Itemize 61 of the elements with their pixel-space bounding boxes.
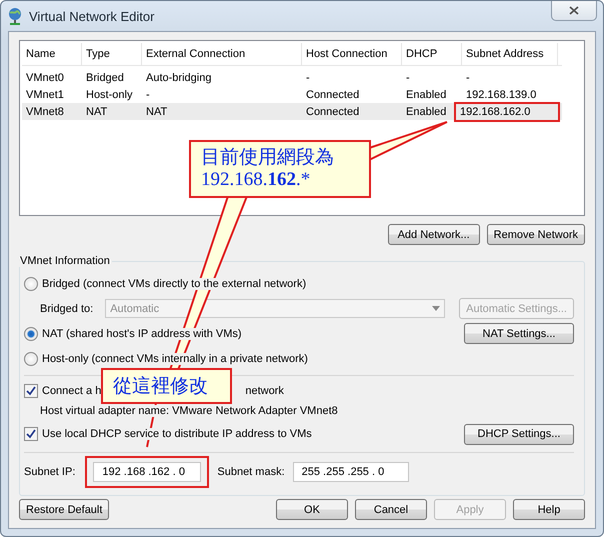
table-cell-text: - (305, 72, 311, 84)
radio-button[interactable] (24, 352, 38, 366)
radio-button[interactable] (24, 326, 38, 340)
column-header[interactable]: Type (82, 43, 142, 65)
group-title: VMnet Information (19, 255, 111, 267)
table-cell-text: Auto-bridging (145, 72, 212, 84)
checkbox[interactable] (24, 384, 38, 398)
dropdown-arrow-icon (432, 306, 440, 311)
table-cell-text: Enabled (405, 88, 448, 100)
table-cell-text: NAT (85, 106, 108, 118)
network-row[interactable]: VMnet8 NAT NAT Connected Enabled 192.168.162.0 (22, 103, 562, 120)
checkbox-label: network (245, 385, 284, 397)
network-button[interactable]: Add Network... (388, 224, 480, 245)
table-cell-text: VMnet0 (25, 72, 65, 84)
radio-label: NAT (shared host's IP address with VMs) (42, 328, 242, 340)
column-header[interactable]: External Connection (142, 43, 302, 65)
table-cell-text: Enabled (405, 106, 448, 118)
globe-icon (7, 7, 23, 25)
radio-label: Bridged (connect VMs directly to the external network) (42, 278, 306, 290)
subnet-mask-field[interactable]: 255 .255 .255 . 0 (292, 462, 409, 482)
network-row[interactable]: VMnet1 Host-only - Connected Enabled 192.168.139.0 (22, 86, 562, 103)
dialog-button[interactable]: Cancel (355, 499, 427, 520)
subnet-mask-label: Subnet mask: (217, 466, 285, 478)
callout-text: 192.168.162.* (201, 169, 312, 192)
table-cell-text: VMnet1 (25, 88, 65, 100)
dialog-button[interactable]: Help (513, 499, 585, 520)
callout-text: 目前使用網段為 (201, 146, 335, 169)
dhcp-settings-button[interactable]: DHCP Settings... (464, 424, 574, 444)
network-button[interactable]: Remove Network (486, 224, 585, 245)
table-cell-text: NAT (145, 106, 168, 118)
table-cell-text: - (405, 72, 411, 84)
table-cell-text: 192.168.139.0 (465, 88, 538, 100)
table-cell-text: - (465, 72, 471, 84)
table-cell: 192.168.162.0 (456, 104, 558, 120)
table-cell-text: Host-only (85, 88, 134, 100)
column-header[interactable]: Subnet Address (462, 43, 558, 65)
radio-button[interactable] (24, 276, 38, 290)
table-cell-text: Connected (305, 88, 360, 100)
subnet-ip-label: Subnet IP: (24, 466, 76, 478)
close-button[interactable] (551, 1, 597, 21)
table-cell-text: VMnet8 (25, 106, 65, 118)
callout-text: 從這裡修改 (113, 374, 209, 398)
adapter-name-text: Host virtual adapter name: VMware Network Adapter VMnet8 (40, 405, 338, 417)
dialog-button[interactable]: Restore Default (19, 499, 110, 520)
table-cell-text: - (145, 88, 151, 100)
checkbox[interactable] (24, 427, 38, 441)
dialog-button[interactable]: OK (276, 499, 348, 520)
checkbox-label: Connect a h (42, 385, 102, 397)
column-header[interactable]: DHCP (402, 43, 462, 65)
checkbox-label: Use local DHCP service to distribute IP address to VMs (42, 428, 312, 440)
table-cell-text: Connected (305, 106, 360, 118)
radio-label: Host-only (connect VMs internally in a private network) (42, 352, 308, 364)
network-row[interactable]: VMnet0 Bridged Auto-bridging - - - (22, 69, 562, 86)
nat-settings-button[interactable]: NAT Settings... (464, 323, 574, 344)
window-title: Virtual Network Editor (29, 8, 154, 24)
column-header[interactable]: Name (22, 43, 82, 65)
column-header[interactable]: Host Connection (302, 43, 402, 65)
table-cell-text: Bridged (85, 72, 125, 84)
close-icon (569, 6, 579, 15)
subnet-ip-field[interactable]: 192 .168 .162 . 0 (93, 462, 202, 482)
bridged-to-label: Bridged to: (40, 302, 94, 314)
